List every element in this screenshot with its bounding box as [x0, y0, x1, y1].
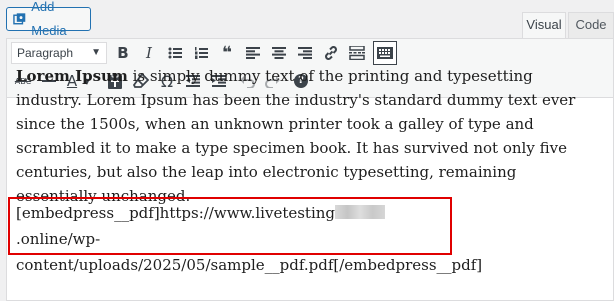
tab-visual[interactable]: Visual: [522, 12, 566, 38]
lorem-paragraph: Lorem Ipsum is simply dummy text of the …: [16, 64, 596, 208]
media-icon: [13, 13, 26, 25]
add-media-button[interactable]: Add Media: [6, 0, 91, 38]
embed-suffix: .online/wp-content/uploads/2025/05/sampl…: [16, 230, 483, 274]
add-media-label: Add Media: [31, 0, 67, 38]
lead-bold-text: Lorem Ipsum: [16, 67, 128, 85]
lead-rest-text: is simply dummy text of the printing and…: [16, 67, 576, 205]
blurred-text: [335, 205, 386, 219]
editor-content[interactable]: Lorem Ipsum is simply dummy text of the …: [16, 58, 596, 208]
embedpress-shortcode[interactable]: [embedpress__pdf]https://www.livetesting…: [16, 200, 482, 278]
embed-prefix: [embedpress__pdf]https://www.livetesting: [16, 204, 336, 222]
tab-code[interactable]: Code: [568, 12, 614, 38]
editor-top-bar: Add Media Visual Code: [0, 0, 614, 40]
